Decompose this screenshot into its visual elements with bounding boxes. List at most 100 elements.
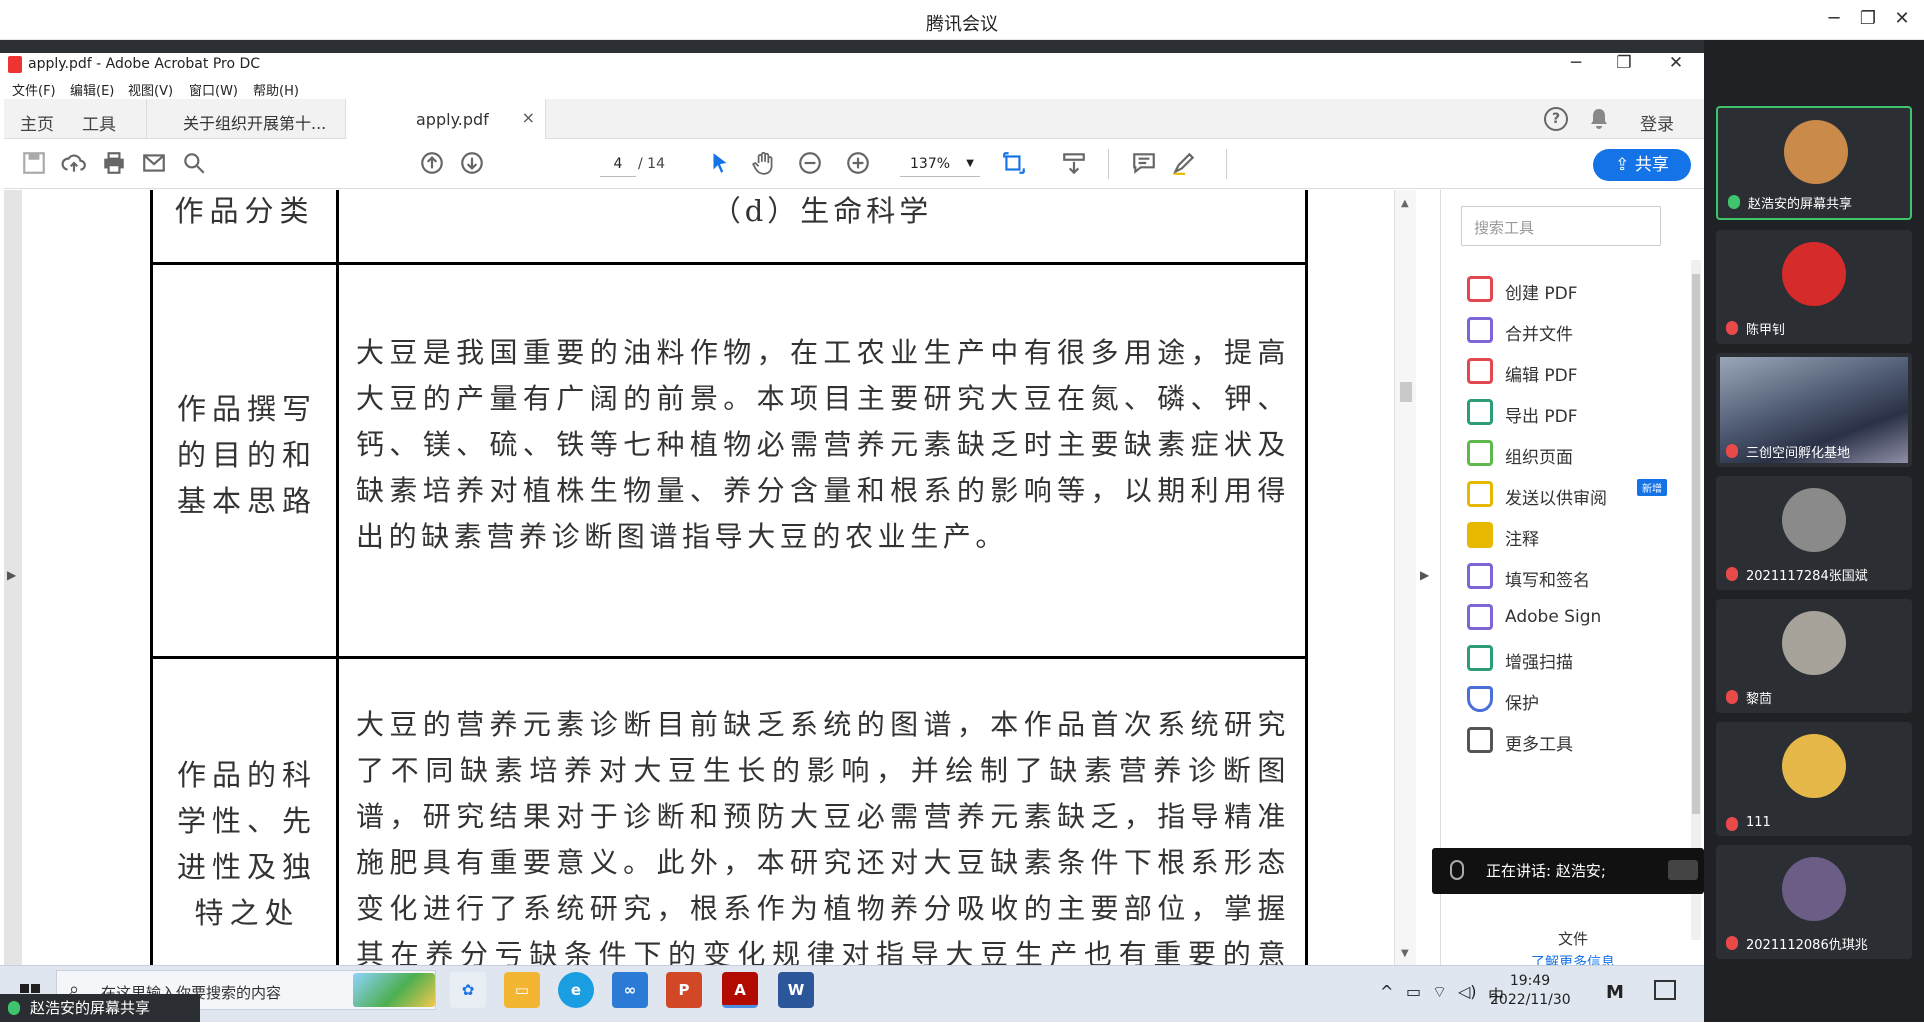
tool-protect[interactable]: 保护 xyxy=(1467,684,1697,716)
tool-enhance-scan[interactable]: 增强扫描 xyxy=(1467,643,1697,675)
tool-combine-files[interactable]: 合并文件 xyxy=(1467,315,1697,347)
tab-label: 关于组织开展第十... xyxy=(183,114,327,133)
participant-tile[interactable]: 黎茴 xyxy=(1716,599,1912,713)
tool-label: 编辑 PDF xyxy=(1505,366,1578,386)
wifi-icon[interactable]: ⌔ xyxy=(1432,982,1447,1002)
participant-tile[interactable]: 2021112086仇琪兆 xyxy=(1716,845,1912,959)
left-pane-collapsed[interactable]: ▶ xyxy=(4,190,22,965)
tencent-meeting-icon[interactable]: ∞ xyxy=(612,972,648,1008)
tool-search-input[interactable]: 搜索工具 xyxy=(1461,206,1661,246)
meeting-minimize-button[interactable]: ─ xyxy=(1820,8,1848,29)
scroll-up-icon[interactable]: ▲ xyxy=(1401,198,1409,209)
mic-on-icon xyxy=(8,1001,20,1015)
tool-export-pdf[interactable]: 导出 PDF xyxy=(1467,397,1697,429)
participant-tile[interactable]: 陈甲钊 xyxy=(1716,230,1912,344)
email-icon[interactable] xyxy=(140,150,168,178)
table-border xyxy=(150,190,153,965)
meeting-title: 腾讯会议 xyxy=(926,14,998,35)
scroll-down-icon[interactable]: ▼ xyxy=(1401,948,1409,959)
prev-page-icon[interactable] xyxy=(418,150,446,178)
screen-share-label: 赵浩安的屏幕共享 xyxy=(30,999,151,1017)
participant-tile[interactable]: 三创空间孵化基地 xyxy=(1716,353,1912,467)
tab-close-icon[interactable]: × xyxy=(522,108,535,127)
menu-help[interactable]: 帮助(H) xyxy=(253,80,299,99)
notification-icon[interactable] xyxy=(1654,980,1676,1000)
collapse-tools-pane-icon[interactable]: ▶ xyxy=(1420,568,1429,582)
login-link[interactable]: 登录 xyxy=(1640,110,1674,135)
acrobat-minimize-button[interactable]: ─ xyxy=(1564,53,1588,73)
search-icon[interactable] xyxy=(180,150,208,178)
highlight-pen-icon[interactable] xyxy=(1170,150,1198,178)
app-flower-icon[interactable]: ✿ xyxy=(450,972,486,1008)
word-icon[interactable]: W xyxy=(778,972,814,1008)
volume-icon[interactable]: ◁) xyxy=(1458,982,1477,1001)
enhance-scan-icon xyxy=(1467,645,1493,671)
tools-scrollbar[interactable] xyxy=(1691,260,1701,940)
nav-home[interactable]: 主页 xyxy=(20,110,54,135)
scroll-mode-icon[interactable] xyxy=(1060,150,1088,178)
tool-organize-pages[interactable]: 组织页面 xyxy=(1467,438,1697,470)
file-explorer-icon[interactable]: ▭ xyxy=(504,972,540,1008)
row3-label: 作品的科学性、先进性及独特之处 xyxy=(176,758,317,930)
audio-level-icon xyxy=(1668,860,1698,880)
edge-browser-icon[interactable]: e xyxy=(558,972,594,1008)
hand-tool-icon[interactable] xyxy=(750,150,778,178)
comment-icon[interactable] xyxy=(1130,150,1158,178)
menu-file[interactable]: 文件(F) xyxy=(12,80,56,99)
meeting-restore-button[interactable]: ❐ xyxy=(1854,8,1882,29)
next-page-icon[interactable] xyxy=(458,150,486,178)
learn-more-link[interactable]: 了解更多信息 xyxy=(1441,952,1704,965)
menu-window[interactable]: 窗口(W) xyxy=(189,80,238,99)
participant-tile[interactable]: 赵浩安的屏幕共享 xyxy=(1716,106,1912,220)
bell-icon[interactable] xyxy=(1590,108,1608,130)
participant-name: 陈甲钊 xyxy=(1724,319,1785,338)
tab-apply-pdf[interactable]: apply.pdf × xyxy=(346,99,546,139)
battery-icon[interactable]: ▭ xyxy=(1406,982,1421,1001)
zoom-out-icon[interactable] xyxy=(796,150,824,178)
menu-edit[interactable]: 编辑(E) xyxy=(70,80,114,99)
tool-adobe-sign[interactable]: Adobe Sign xyxy=(1467,602,1697,634)
save-icon[interactable] xyxy=(20,150,48,178)
tool-send-for-review[interactable]: 发送以供审阅 新增 xyxy=(1467,479,1697,511)
tool-edit-pdf[interactable]: 编辑 PDF xyxy=(1467,356,1697,388)
scroll-thumb[interactable] xyxy=(1692,274,1700,814)
send-review-icon xyxy=(1467,481,1493,507)
tool-comment[interactable]: 注释 xyxy=(1467,520,1697,552)
upload-cloud-icon[interactable] xyxy=(60,150,88,178)
tool-fill-sign[interactable]: 填写和签名 xyxy=(1467,561,1697,593)
acrobat-close-button[interactable]: ✕ xyxy=(1664,53,1688,73)
wrench-icon xyxy=(1467,727,1493,753)
page-number-input[interactable]: 4 xyxy=(600,151,636,177)
tool-more-tools[interactable]: 更多工具 xyxy=(1467,725,1697,757)
zoom-select[interactable]: 137% ▼ xyxy=(900,151,980,177)
meeting-close-button[interactable]: ✕ xyxy=(1888,8,1916,29)
meeting-title-bar: 腾讯会议 ─ ❐ ✕ xyxy=(0,0,1924,40)
clock-time: 19:49 xyxy=(1509,973,1551,989)
help-icon[interactable]: ? xyxy=(1544,107,1568,131)
zoom-in-icon[interactable] xyxy=(844,150,872,178)
scroll-thumb[interactable] xyxy=(1400,382,1412,402)
participant-tile[interactable]: 111 xyxy=(1716,722,1912,836)
taskbar-clock[interactable]: 19:49 2022/11/30 xyxy=(1490,972,1571,1010)
tool-create-pdf[interactable]: 创建 PDF xyxy=(1467,274,1697,306)
participant-tile[interactable]: 2021117284张国斌 xyxy=(1716,476,1912,590)
nav-tools[interactable]: 工具 xyxy=(82,110,116,135)
table-border xyxy=(150,656,1308,659)
document-view[interactable]: ▶ 作品分类 （d）生命科学 作品撰写的目的和基本思路 大豆是我国重要的油料作物… xyxy=(4,190,1440,965)
menu-view[interactable]: 视图(V) xyxy=(128,80,173,99)
input-method-icon[interactable]: M xyxy=(1606,982,1624,1003)
pdf-file-icon xyxy=(8,56,22,73)
document-scrollbar[interactable]: ▲ ▼ xyxy=(1394,190,1416,965)
tab-document-1[interactable]: 关于组织开展第十... xyxy=(146,99,346,139)
powerpoint-icon[interactable]: P xyxy=(666,972,702,1008)
fit-page-icon[interactable] xyxy=(1000,150,1028,178)
avatar xyxy=(1782,734,1846,798)
acrobat-icon[interactable]: A xyxy=(722,972,758,1008)
select-cursor-icon[interactable] xyxy=(706,150,734,178)
print-icon[interactable] xyxy=(100,150,128,178)
chevron-up-icon[interactable]: ^ xyxy=(1380,982,1393,1001)
acrobat-restore-button[interactable]: ❐ xyxy=(1612,53,1636,73)
tool-label: Adobe Sign xyxy=(1505,607,1602,627)
participant-name: 三创空间孵化基地 xyxy=(1724,442,1850,461)
share-button[interactable]: ⇪ 共享 xyxy=(1593,149,1691,181)
